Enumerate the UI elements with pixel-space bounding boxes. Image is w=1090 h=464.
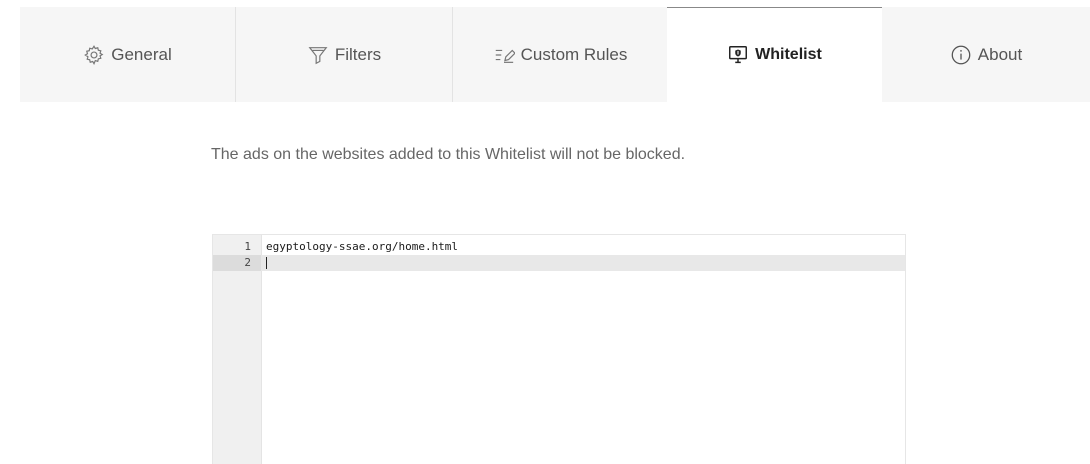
whitelist-panel: The ads on the websites added to this Wh… <box>20 102 1090 464</box>
edit-list-icon <box>493 44 515 66</box>
info-icon <box>950 44 972 66</box>
tab-general[interactable]: General <box>20 7 235 102</box>
tab-whitelist[interactable]: Whitelist <box>667 7 882 102</box>
monitor-shield-icon <box>727 44 749 66</box>
whitelist-description: The ads on the websites added to this Wh… <box>211 146 686 163</box>
tab-general-label: General <box>111 44 172 64</box>
left-strip <box>0 0 20 463</box>
whitelist-editor[interactable]: 1 egyptology-ssae.org/home.html 2 <box>212 234 906 464</box>
line-text: egyptology-ssae.org/home.html <box>266 240 459 253</box>
line-number: 2 <box>244 256 251 269</box>
gear-icon <box>83 44 105 66</box>
tab-about[interactable]: About <box>882 7 1090 102</box>
tab-about-label: About <box>977 44 1023 64</box>
tab-custom-rules-label: Custom Rules <box>520 44 628 64</box>
tab-filters[interactable]: Filters <box>235 7 452 102</box>
line-number: 1 <box>244 240 251 253</box>
tab-filters-label: Filters <box>334 44 382 64</box>
tab-whitelist-label: Whitelist <box>755 46 822 63</box>
tab-bar: General Filters Custom Rules Whitelist A… <box>20 7 1090 102</box>
text-cursor <box>266 257 267 269</box>
editor-line[interactable]: 1 egyptology-ssae.org/home.html <box>213 239 905 255</box>
editor-line-active[interactable]: 2 <box>213 255 905 271</box>
funnel-icon <box>307 44 329 66</box>
tab-custom-rules[interactable]: Custom Rules <box>452 7 667 102</box>
settings-window: General Filters Custom Rules Whitelist A… <box>0 0 1090 464</box>
